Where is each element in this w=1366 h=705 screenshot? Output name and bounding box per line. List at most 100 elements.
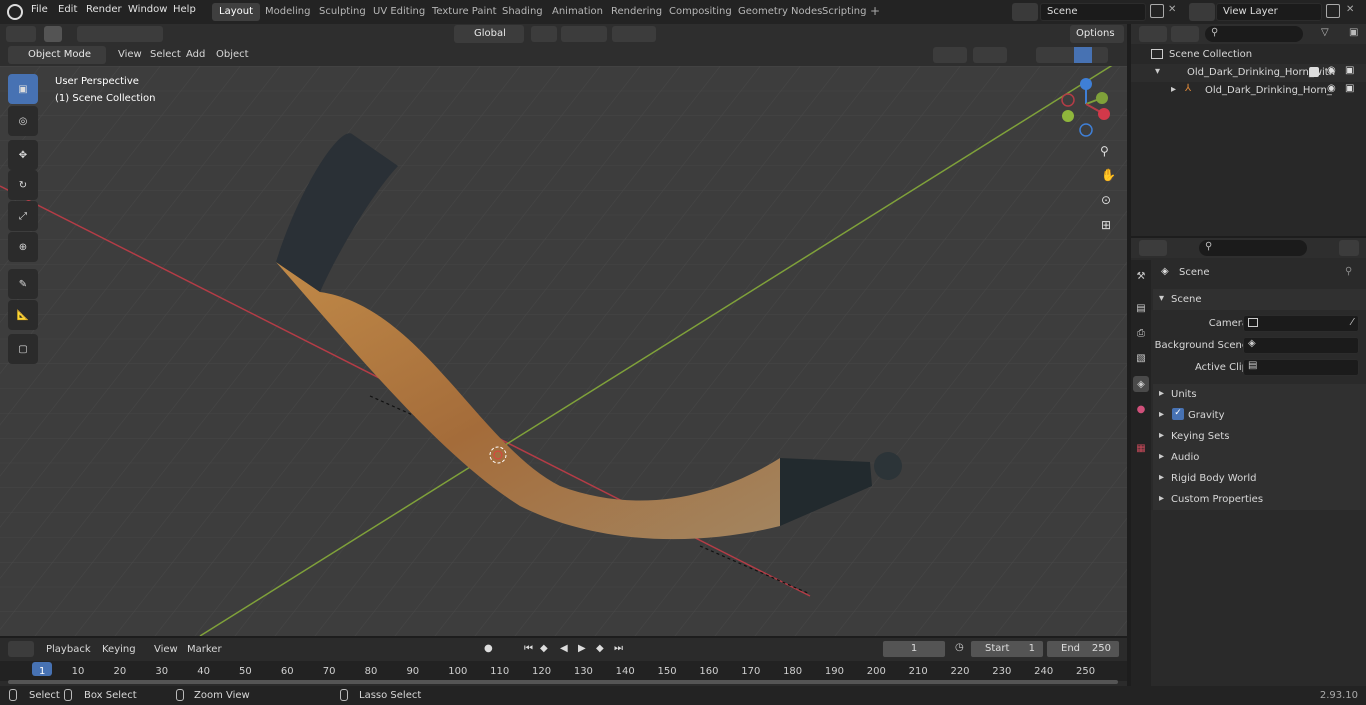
timeline-editor-icon[interactable] [8, 641, 34, 657]
next-keyframe-icon[interactable]: ◆ [596, 643, 604, 654]
jump-end-icon[interactable]: ⏭ [614, 643, 623, 654]
properties-search-input[interactable]: ⚲ [1199, 240, 1307, 256]
eye-icon[interactable]: ◉ [1327, 83, 1336, 94]
editor-type-icon[interactable] [6, 26, 36, 42]
viewport-menu-select[interactable]: Select [150, 49, 181, 60]
tool-tab-icon[interactable]: ⚒ [1133, 268, 1149, 284]
view-layer-tab-icon[interactable]: ▧ [1133, 350, 1149, 366]
ortho-toggle-icon[interactable]: ⊞ [1101, 218, 1111, 232]
properties-options-icon[interactable] [1339, 240, 1359, 256]
close-scene-icon[interactable]: ✕ [1168, 4, 1176, 15]
exclude-checkbox[interactable] [1309, 67, 1319, 77]
viewport-menu-add[interactable]: Add [186, 49, 205, 60]
expand-arrow-icon[interactable]: ▾ [1155, 66, 1160, 77]
add-workspace-icon[interactable]: + [870, 4, 880, 18]
select-box-tool-icon[interactable]: ▣ [8, 74, 38, 104]
outliner-row-object[interactable]: ▸ ⅄ Old_Dark_Drinking_Horn_ ◉ ▣ [1131, 82, 1366, 100]
tab-layout[interactable]: Layout [212, 3, 260, 21]
visibility-icon[interactable] [902, 47, 928, 63]
snap-icon[interactable] [561, 26, 607, 42]
display-mode-icon[interactable] [1171, 26, 1199, 42]
expand-arrow-icon[interactable]: ▸ [1159, 451, 1164, 462]
outliner-editor-icon[interactable] [1139, 26, 1167, 42]
scale-tool-icon[interactable]: ⤢ [8, 201, 38, 231]
menu-help[interactable]: Help [173, 4, 196, 15]
menu-file[interactable]: File [31, 4, 48, 15]
select-tool-icon[interactable] [44, 26, 62, 42]
3d-viewport[interactable]: ▣ ◎ ✥ ↻ ⤢ ⊕ ✎ 📐 ▢ User Perspective (1) S… [0, 66, 1127, 636]
material-preview-icon[interactable] [1074, 47, 1092, 63]
scene-name-field[interactable]: Scene [1040, 3, 1146, 21]
tab-animation[interactable]: Animation [545, 3, 610, 21]
outliner-row-scene-collection[interactable]: Scene Collection [1131, 46, 1366, 64]
navigation-gizmo[interactable] [1058, 74, 1116, 140]
menu-render[interactable]: Render [86, 4, 122, 15]
pivot-icon[interactable] [531, 26, 557, 42]
expand-arrow-icon[interactable]: ▸ [1171, 84, 1176, 95]
properties-editor-icon[interactable] [1139, 240, 1167, 256]
panel-custom-properties[interactable]: ▸ Custom Properties [1153, 489, 1366, 510]
play-reverse-icon[interactable]: ◀ [560, 643, 568, 654]
tab-compositing[interactable]: Compositing [662, 3, 739, 21]
world-tab-icon[interactable]: ● [1133, 401, 1149, 417]
texture-tab-icon[interactable]: ▦ [1133, 440, 1149, 456]
jump-start-icon[interactable]: ⏮ [524, 643, 533, 654]
tab-shading[interactable]: Shading [495, 3, 550, 21]
xray-icon[interactable] [1016, 47, 1030, 63]
cursor-tool-icon[interactable]: ◎ [8, 106, 38, 136]
annotate-tool-icon[interactable]: ✎ [8, 269, 38, 299]
pan-hand-icon[interactable]: ✋ [1101, 168, 1116, 182]
select-mode-icons[interactable] [77, 26, 163, 42]
gravity-checkbox[interactable]: ✓ [1172, 408, 1184, 420]
tab-texture-paint[interactable]: Texture Paint [425, 3, 504, 21]
timeline-menu-playback[interactable]: Playback [46, 644, 91, 655]
output-tab-icon[interactable]: ⎙ [1133, 325, 1149, 341]
options-button[interactable]: Options [1070, 25, 1124, 43]
move-tool-icon[interactable]: ✥ [8, 140, 38, 170]
timeline-scrollbar[interactable] [8, 680, 1118, 684]
measure-tool-icon[interactable]: 📐 [8, 300, 38, 330]
timeline-menu-view[interactable]: View [154, 644, 178, 655]
collapse-arrow-icon[interactable]: ▾ [1159, 293, 1164, 304]
menu-edit[interactable]: Edit [58, 4, 77, 15]
panel-audio[interactable]: ▸ Audio [1153, 447, 1366, 468]
view-layer-field[interactable]: View Layer [1216, 3, 1322, 21]
filter-icon[interactable]: ▽ [1321, 27, 1329, 38]
render-tab-icon[interactable]: ▤ [1133, 300, 1149, 316]
transform-orientation[interactable]: Global [454, 25, 524, 43]
prev-keyframe-icon[interactable]: ◆ [540, 643, 548, 654]
expand-arrow-icon[interactable]: ▸ [1159, 472, 1164, 483]
scene-selector-icon[interactable] [1012, 3, 1038, 21]
expand-arrow-icon[interactable]: ▸ [1159, 493, 1164, 504]
viewport-menu-object[interactable]: Object [216, 49, 249, 60]
tab-sculpting[interactable]: Sculpting [312, 3, 373, 21]
panel-keying-sets[interactable]: ▸ Keying Sets [1153, 426, 1366, 447]
timeline-menu-keying[interactable]: Keying [102, 644, 136, 655]
blender-logo-icon[interactable] [7, 4, 23, 20]
overlay-toggle-icon[interactable] [973, 47, 1007, 63]
tab-scripting[interactable]: Scripting [815, 3, 873, 21]
start-frame-field[interactable]: Start 1 [970, 640, 1044, 658]
eye-icon[interactable]: ◉ [1327, 65, 1336, 76]
view-layer-icon[interactable] [1189, 3, 1215, 21]
shading-modes[interactable] [1036, 47, 1108, 63]
copy-view-layer-icon[interactable] [1326, 4, 1340, 18]
rotate-tool-icon[interactable]: ↻ [8, 170, 38, 200]
camera-field[interactable]: ⁄ [1243, 315, 1359, 332]
expand-arrow-icon[interactable]: ▸ [1159, 388, 1164, 399]
scene-tab-icon[interactable]: ◈ [1133, 376, 1149, 392]
camera-view-icon[interactable]: ⊙ [1101, 193, 1111, 207]
timeline-menu-marker[interactable]: Marker [187, 644, 222, 655]
close-view-layer-icon[interactable]: ✕ [1346, 4, 1354, 15]
render-camera-icon[interactable]: ▣ [1345, 83, 1354, 94]
outliner-row-collection[interactable]: ▾ Old_Dark_Drinking_Horn_with ◉ ▣ [1131, 64, 1366, 82]
mode-selector[interactable]: Object Mode [8, 46, 106, 64]
tab-uv-editing[interactable]: UV Editing [366, 3, 432, 21]
expand-arrow-icon[interactable]: ▸ [1159, 430, 1164, 441]
menu-window[interactable]: Window [128, 4, 167, 15]
current-frame-field[interactable]: 1 [882, 640, 946, 658]
stopwatch-icon[interactable]: ◷ [955, 642, 964, 653]
record-icon[interactable]: ● [484, 643, 493, 654]
outliner-search-input[interactable]: ⚲ [1205, 26, 1303, 42]
transform-tool-icon[interactable]: ⊕ [8, 232, 38, 262]
